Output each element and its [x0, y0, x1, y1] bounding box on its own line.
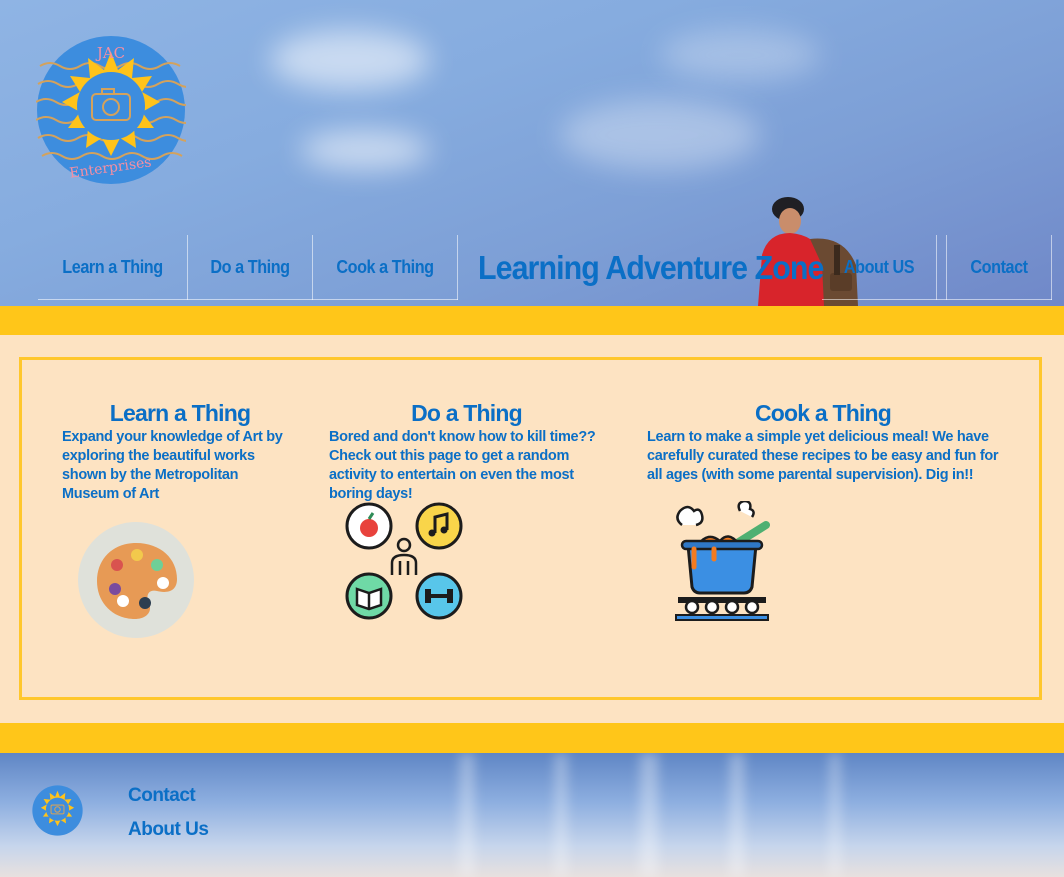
nav-divider: [457, 235, 458, 300]
cook-description: Learn to make a simple yet delicious mea…: [647, 429, 999, 483]
nav-divider: [187, 235, 188, 300]
nav-divider: [312, 235, 313, 300]
cloud: [300, 130, 430, 170]
light-streak: [830, 753, 840, 877]
do-column: Do a Thing Bored and don't know how to k…: [329, 398, 619, 504]
nav-cook-link[interactable]: Cook a Thing: [322, 235, 448, 300]
cloud: [560, 100, 760, 170]
cloud: [270, 30, 430, 90]
cooking-pot-icon[interactable]: [668, 501, 776, 621]
learn-column: Learn a Thing Expand your knowledge of A…: [62, 398, 298, 504]
light-streak: [460, 753, 474, 877]
footer-logo[interactable]: [32, 785, 83, 836]
do-title[interactable]: Do a Thing: [314, 398, 619, 428]
yellow-band-top: [0, 306, 1064, 335]
learn-title[interactable]: Learn a Thing: [62, 398, 298, 428]
logo-top-text: JAC: [95, 44, 125, 62]
nav-contact-link[interactable]: Contact: [955, 235, 1043, 300]
cook-column: Cook a Thing Learn to make a simple yet …: [647, 398, 999, 485]
light-streak: [730, 753, 744, 877]
palette-icon[interactable]: [77, 521, 195, 639]
cook-title[interactable]: Cook a Thing: [647, 398, 999, 428]
activities-icon[interactable]: [343, 501, 465, 623]
nav-learn-link[interactable]: Learn a Thing: [52, 235, 174, 300]
nav-about-link[interactable]: About US: [831, 235, 926, 300]
jac-enterprises-logo[interactable]: JAC Enterprises: [36, 36, 186, 184]
site-title: Learning Adventure Zone: [478, 249, 824, 286]
nav-divider: [946, 235, 947, 300]
light-streak: [640, 753, 658, 877]
nav-do-link[interactable]: Do a Thing: [196, 235, 304, 300]
nav-divider: [936, 235, 937, 300]
do-description: Bored and don't know how to kill time?? …: [329, 429, 596, 502]
footer-contact-link[interactable]: Contact: [128, 785, 196, 807]
footer-about-link[interactable]: About Us: [128, 819, 209, 841]
cloud: [660, 30, 820, 80]
nav-divider: [1051, 235, 1052, 300]
header-banner: JAC Enterprises Learn a Thing Do a Thing…: [0, 0, 1064, 306]
yellow-band-bottom: [0, 723, 1064, 753]
footer: [0, 753, 1064, 877]
learn-description: Expand your knowledge of Art by explorin…: [62, 429, 283, 502]
light-streak: [555, 753, 567, 877]
